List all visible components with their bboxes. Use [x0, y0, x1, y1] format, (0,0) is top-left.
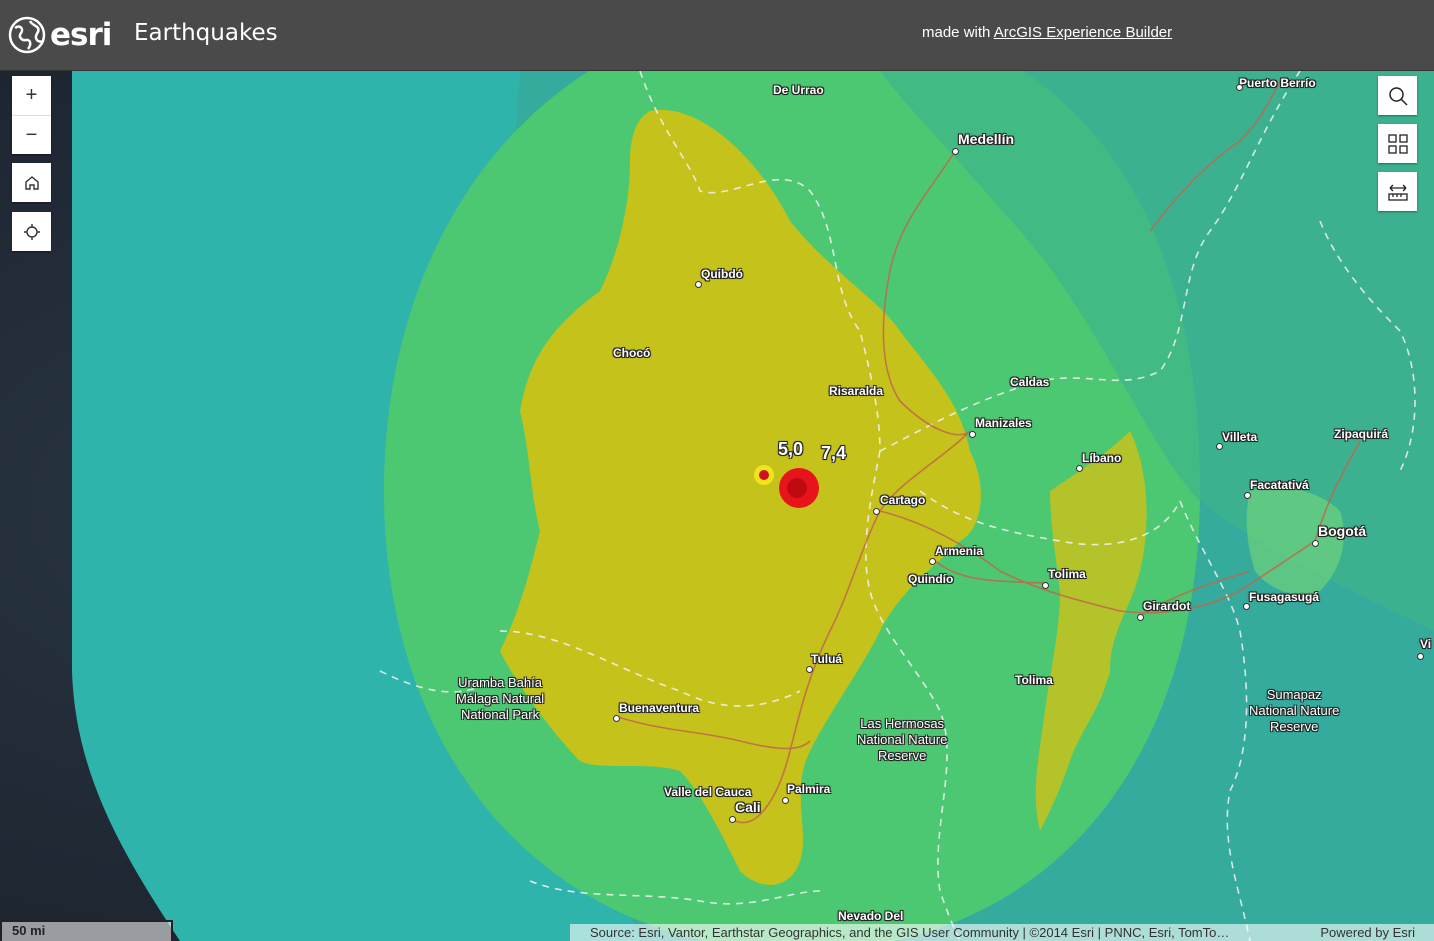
home-control	[12, 163, 51, 202]
city-marker	[1076, 465, 1083, 472]
place-manizales: Manizales	[975, 416, 1032, 430]
place-valle-del-cauca: Valle del Cauca	[664, 785, 752, 799]
city-marker	[873, 508, 880, 515]
place-tolima-2: Tolima	[1015, 673, 1053, 687]
city-marker	[1243, 603, 1250, 610]
experience-builder-link[interactable]: ArcGIS Experience Builder	[994, 24, 1172, 41]
search-icon	[1388, 86, 1408, 106]
place-quibdo: Quibdó	[701, 267, 743, 281]
measure-control	[1378, 172, 1417, 211]
place-fusagasuga: Fusagasugá	[1249, 590, 1320, 604]
city-marker	[1042, 582, 1049, 589]
place-nevado-del: Nevado Del	[838, 909, 904, 923]
place-puerto-berrio: Puerto Berrío	[1239, 76, 1316, 90]
quake-label-large: 7,4	[821, 443, 847, 463]
city-marker	[952, 148, 959, 155]
city-marker	[1236, 84, 1243, 91]
basemap-gallery-button[interactable]	[1378, 124, 1417, 163]
zoom-in-button[interactable]: +	[12, 76, 51, 115]
city-marker	[806, 666, 813, 673]
place-girardot: Girardot	[1143, 599, 1191, 613]
home-icon	[24, 175, 39, 190]
city-marker	[1137, 614, 1144, 621]
locate-control	[12, 212, 51, 251]
city-marker	[1417, 653, 1424, 660]
place-cali: Cali	[735, 799, 761, 815]
place-medellin: Medellín	[958, 131, 1015, 147]
quake-label-small: 5,0	[778, 439, 804, 459]
credit-prefix: made with	[922, 24, 991, 41]
place-vi: Vi	[1420, 637, 1432, 651]
place-armenia: Armenia	[935, 544, 984, 558]
place-zipaquira: Zipaquirá	[1334, 427, 1389, 441]
city-marker	[969, 431, 976, 438]
place-risaralda: Risaralda	[829, 384, 884, 398]
app-title: Earthquakes	[134, 20, 278, 46]
city-marker	[782, 797, 789, 804]
place-de-urrao: De Urrao	[773, 83, 824, 97]
powered-by-esri[interactable]: Powered by Esri	[1320, 924, 1415, 941]
place-caldas: Caldas	[1010, 375, 1050, 389]
map-canvas	[0, 71, 1434, 941]
city-marker	[1216, 443, 1223, 450]
measure-icon	[1387, 184, 1408, 201]
basemap-gallery-icon	[1387, 133, 1408, 154]
place-tolima-1: Tolima	[1048, 567, 1086, 581]
city-marker	[613, 715, 620, 722]
attribution-text: Source: Esri, Vantor, Earthstar Geograph…	[590, 925, 1230, 940]
place-libano: Líbano	[1082, 451, 1122, 465]
place-villeta: Villeta	[1222, 430, 1258, 444]
city-marker	[695, 281, 702, 288]
scale-bar: 50 mi	[0, 920, 173, 941]
place-facatativa: Facatativá	[1250, 478, 1309, 492]
place-buenaventura: Buenaventura	[619, 701, 700, 715]
map-view[interactable]: 5,0 7,4 De Urrao Puerto Berrío Medellín …	[0, 71, 1434, 941]
search-button[interactable]	[1378, 76, 1417, 115]
quake-marker-large-core	[787, 478, 807, 498]
quake-marker-small-core	[759, 470, 769, 480]
city-marker	[929, 558, 936, 565]
esri-logo: esri	[8, 16, 112, 54]
home-button[interactable]	[12, 163, 51, 202]
place-las-hermosas: Las Hermosas National Nature Reserve	[857, 716, 948, 763]
locate-button[interactable]	[12, 212, 51, 251]
search-control	[1378, 76, 1417, 115]
place-bogota: Bogotá	[1318, 523, 1367, 539]
place-sumapaz: Sumapaz National Nature Reserve	[1249, 687, 1340, 734]
city-marker	[1312, 540, 1319, 547]
map-attribution: Source: Esri, Vantor, Earthstar Geograph…	[570, 924, 1434, 941]
app-header: esri Earthquakes made with ArcGIS Experi…	[0, 0, 1434, 71]
builder-credit: made with ArcGIS Experience Builder	[922, 24, 1172, 41]
brand-text: esri	[50, 17, 112, 53]
place-palmira: Palmira	[787, 782, 831, 796]
place-choco: Chocó	[613, 346, 651, 360]
city-marker	[729, 816, 736, 823]
zoom-out-button[interactable]: −	[12, 115, 51, 154]
globe-icon	[8, 16, 46, 54]
zoom-control: + −	[12, 76, 51, 154]
place-tulua: Tuluá	[811, 652, 843, 666]
place-cartago: Cartago	[880, 493, 926, 507]
locate-icon	[23, 223, 40, 240]
measure-button[interactable]	[1378, 172, 1417, 211]
place-uramba-bahia: Uramba Bahía Málaga Natural National Par…	[456, 675, 545, 722]
place-quindio: Quindío	[908, 572, 954, 586]
basemap-gallery-control	[1378, 124, 1417, 163]
city-marker	[1244, 492, 1251, 499]
